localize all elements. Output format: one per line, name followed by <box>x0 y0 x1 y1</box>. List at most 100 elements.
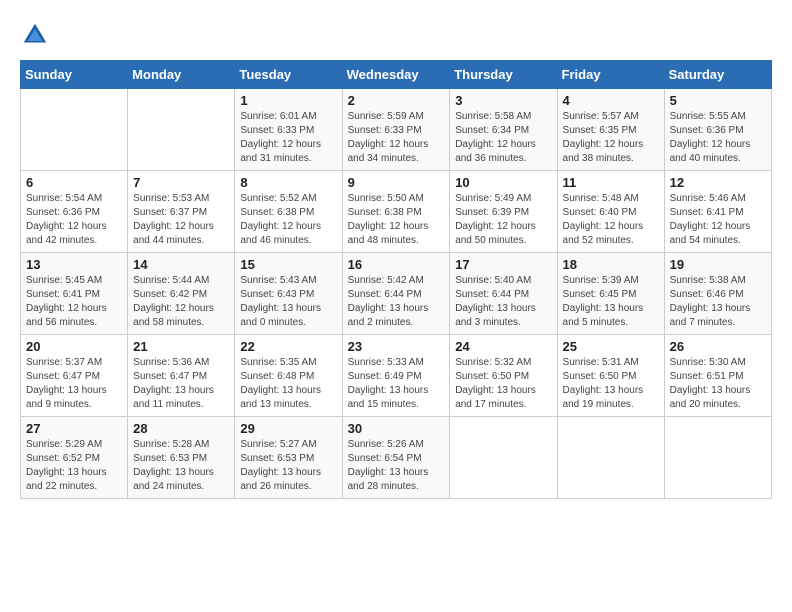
calendar-cell: 9 Sunrise: 5:50 AMSunset: 6:38 PMDaylight… <box>342 171 450 253</box>
day-number: 9 <box>348 175 445 190</box>
day-detail: Sunrise: 5:53 AMSunset: 6:37 PMDaylight:… <box>133 192 229 248</box>
weekday-header-tuesday: Tuesday <box>235 61 342 89</box>
day-number: 26 <box>670 339 766 354</box>
calendar-cell <box>664 417 771 499</box>
day-detail: Sunrise: 5:49 AMSunset: 6:39 PMDaylight:… <box>455 192 551 248</box>
day-number: 1 <box>240 93 336 108</box>
calendar-cell: 14 Sunrise: 5:44 AMSunset: 6:42 PMDayligh… <box>128 253 235 335</box>
day-detail: Sunrise: 5:59 AMSunset: 6:33 PMDaylight:… <box>348 110 445 166</box>
day-number: 24 <box>455 339 551 354</box>
day-number: 18 <box>563 257 659 272</box>
calendar-cell: 8 Sunrise: 5:52 AMSunset: 6:38 PMDaylight… <box>235 171 342 253</box>
day-number: 28 <box>133 421 229 436</box>
calendar-cell: 13Sunrise: 5:45 AMSunset: 6:41 PMDayligh… <box>21 253 128 335</box>
calendar-cell: 24 Sunrise: 5:32 AMSunset: 6:50 PMDayligh… <box>450 335 557 417</box>
day-detail: Sunrise: 5:26 AMSunset: 6:54 PMDaylight:… <box>348 438 445 494</box>
calendar-cell: 25 Sunrise: 5:31 AMSunset: 6:50 PMDayligh… <box>557 335 664 417</box>
day-number: 22 <box>240 339 336 354</box>
day-number: 3 <box>455 93 551 108</box>
logo <box>20 20 56 50</box>
calendar-cell: 2 Sunrise: 5:59 AMSunset: 6:33 PMDaylight… <box>342 89 450 171</box>
day-number: 4 <box>563 93 659 108</box>
calendar-cell: 26Sunrise: 5:30 AMSunset: 6:51 PMDayligh… <box>664 335 771 417</box>
day-number: 13 <box>26 257 122 272</box>
day-detail: Sunrise: 5:35 AMSunset: 6:48 PMDaylight:… <box>240 356 336 412</box>
weekday-header-wednesday: Wednesday <box>342 61 450 89</box>
calendar-cell: 3 Sunrise: 5:58 AMSunset: 6:34 PMDaylight… <box>450 89 557 171</box>
page-header <box>20 20 772 50</box>
day-detail: Sunrise: 5:46 AMSunset: 6:41 PMDaylight:… <box>670 192 766 248</box>
calendar-cell: 6 Sunrise: 5:54 AMSunset: 6:36 PMDaylight… <box>21 171 128 253</box>
day-detail: Sunrise: 5:29 AMSunset: 6:52 PMDaylight:… <box>26 438 122 494</box>
day-number: 2 <box>348 93 445 108</box>
calendar-cell: 22 Sunrise: 5:35 AMSunset: 6:48 PMDayligh… <box>235 335 342 417</box>
day-number: 8 <box>240 175 336 190</box>
calendar-cell <box>450 417 557 499</box>
day-detail: Sunrise: 5:36 AMSunset: 6:47 PMDaylight:… <box>133 356 229 412</box>
calendar-cell: 15Sunrise: 5:43 AMSunset: 6:43 PMDayligh… <box>235 253 342 335</box>
weekday-header-saturday: Saturday <box>664 61 771 89</box>
day-detail: Sunrise: 5:58 AMSunset: 6:34 PMDaylight:… <box>455 110 551 166</box>
calendar-cell: 30 Sunrise: 5:26 AMSunset: 6:54 PMDayligh… <box>342 417 450 499</box>
calendar-cell: 23Sunrise: 5:33 AMSunset: 6:49 PMDayligh… <box>342 335 450 417</box>
day-detail: Sunrise: 5:31 AMSunset: 6:50 PMDaylight:… <box>563 356 659 412</box>
calendar-cell: 1 Sunrise: 6:01 AMSunset: 6:33 PMDaylight… <box>235 89 342 171</box>
day-number: 7 <box>133 175 229 190</box>
day-detail: Sunrise: 5:57 AMSunset: 6:35 PMDaylight:… <box>563 110 659 166</box>
day-number: 5 <box>670 93 766 108</box>
calendar-cell: 4 Sunrise: 5:57 AMSunset: 6:35 PMDaylight… <box>557 89 664 171</box>
weekday-header-row: SundayMondayTuesdayWednesdayThursdayFrid… <box>21 61 772 89</box>
day-detail: Sunrise: 5:40 AMSunset: 6:44 PMDaylight:… <box>455 274 551 330</box>
day-detail: Sunrise: 5:42 AMSunset: 6:44 PMDaylight:… <box>348 274 445 330</box>
calendar-week-row: 20 Sunrise: 5:37 AMSunset: 6:47 PMDayligh… <box>21 335 772 417</box>
calendar-cell: 7 Sunrise: 5:53 AMSunset: 6:37 PMDaylight… <box>128 171 235 253</box>
calendar-cell: 29 Sunrise: 5:27 AMSunset: 6:53 PMDayligh… <box>235 417 342 499</box>
day-number: 29 <box>240 421 336 436</box>
calendar-cell: 21 Sunrise: 5:36 AMSunset: 6:47 PMDayligh… <box>128 335 235 417</box>
calendar-cell: 19Sunrise: 5:38 AMSunset: 6:46 PMDayligh… <box>664 253 771 335</box>
day-detail: Sunrise: 5:32 AMSunset: 6:50 PMDaylight:… <box>455 356 551 412</box>
calendar-cell <box>21 89 128 171</box>
day-number: 30 <box>348 421 445 436</box>
weekday-header-friday: Friday <box>557 61 664 89</box>
weekday-header-sunday: Sunday <box>21 61 128 89</box>
day-detail: Sunrise: 5:54 AMSunset: 6:36 PMDaylight:… <box>26 192 122 248</box>
day-number: 19 <box>670 257 766 272</box>
day-number: 25 <box>563 339 659 354</box>
day-detail: Sunrise: 5:50 AMSunset: 6:38 PMDaylight:… <box>348 192 445 248</box>
calendar-cell: 16 Sunrise: 5:42 AMSunset: 6:44 PMDayligh… <box>342 253 450 335</box>
calendar-cell: 5 Sunrise: 5:55 AMSunset: 6:36 PMDaylight… <box>664 89 771 171</box>
day-number: 12 <box>670 175 766 190</box>
calendar-cell: 27Sunrise: 5:29 AMSunset: 6:52 PMDayligh… <box>21 417 128 499</box>
day-detail: Sunrise: 5:39 AMSunset: 6:45 PMDaylight:… <box>563 274 659 330</box>
day-detail: Sunrise: 5:37 AMSunset: 6:47 PMDaylight:… <box>26 356 122 412</box>
calendar-week-row: 6 Sunrise: 5:54 AMSunset: 6:36 PMDaylight… <box>21 171 772 253</box>
day-number: 10 <box>455 175 551 190</box>
day-detail: Sunrise: 5:52 AMSunset: 6:38 PMDaylight:… <box>240 192 336 248</box>
day-number: 6 <box>26 175 122 190</box>
calendar-cell: 18 Sunrise: 5:39 AMSunset: 6:45 PMDayligh… <box>557 253 664 335</box>
calendar-cell <box>128 89 235 171</box>
day-detail: Sunrise: 6:01 AMSunset: 6:33 PMDaylight:… <box>240 110 336 166</box>
calendar-week-row: 1 Sunrise: 6:01 AMSunset: 6:33 PMDaylight… <box>21 89 772 171</box>
day-detail: Sunrise: 5:33 AMSunset: 6:49 PMDaylight:… <box>348 356 445 412</box>
day-detail: Sunrise: 5:44 AMSunset: 6:42 PMDaylight:… <box>133 274 229 330</box>
calendar-cell: 28 Sunrise: 5:28 AMSunset: 6:53 PMDayligh… <box>128 417 235 499</box>
calendar-cell: 20 Sunrise: 5:37 AMSunset: 6:47 PMDayligh… <box>21 335 128 417</box>
calendar-cell: 11 Sunrise: 5:48 AMSunset: 6:40 PMDayligh… <box>557 171 664 253</box>
day-number: 17 <box>455 257 551 272</box>
calendar-week-row: 13Sunrise: 5:45 AMSunset: 6:41 PMDayligh… <box>21 253 772 335</box>
day-number: 20 <box>26 339 122 354</box>
day-detail: Sunrise: 5:43 AMSunset: 6:43 PMDaylight:… <box>240 274 336 330</box>
day-detail: Sunrise: 5:27 AMSunset: 6:53 PMDaylight:… <box>240 438 336 494</box>
day-detail: Sunrise: 5:55 AMSunset: 6:36 PMDaylight:… <box>670 110 766 166</box>
calendar-cell <box>557 417 664 499</box>
day-number: 14 <box>133 257 229 272</box>
calendar-cell: 17 Sunrise: 5:40 AMSunset: 6:44 PMDayligh… <box>450 253 557 335</box>
day-detail: Sunrise: 5:48 AMSunset: 6:40 PMDaylight:… <box>563 192 659 248</box>
day-number: 11 <box>563 175 659 190</box>
day-number: 16 <box>348 257 445 272</box>
weekday-header-monday: Monday <box>128 61 235 89</box>
day-detail: Sunrise: 5:28 AMSunset: 6:53 PMDaylight:… <box>133 438 229 494</box>
day-number: 21 <box>133 339 229 354</box>
